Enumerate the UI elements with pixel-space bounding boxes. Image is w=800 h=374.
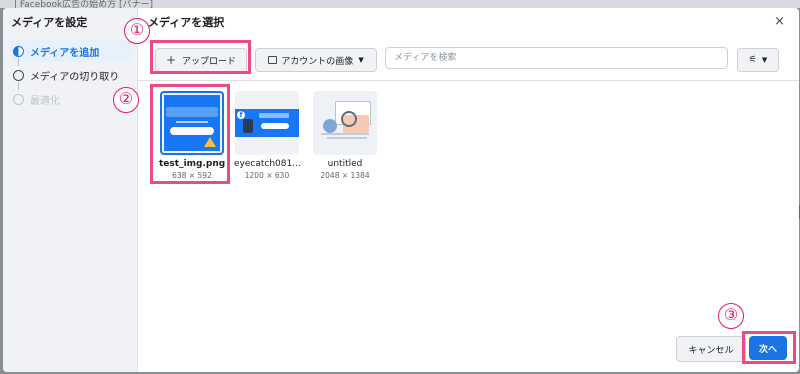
chevron-down-icon: ▼ bbox=[761, 56, 768, 64]
media-dialog: メディアを設定 メディアを追加 メディアの切り取り 最適化 メディアを選択 × … bbox=[3, 8, 799, 372]
filter-button[interactable]: ⚟ ▼ bbox=[737, 48, 779, 72]
media-item-untitled[interactable]: untitled 2048 × 1384 bbox=[312, 91, 378, 180]
step-circle-icon bbox=[13, 93, 24, 105]
step-add-media[interactable]: メディアを追加 bbox=[9, 40, 131, 62]
plus-icon: + bbox=[165, 53, 177, 67]
divider bbox=[138, 80, 799, 81]
step-crop-media[interactable]: メディアの切り取り bbox=[9, 64, 131, 86]
warning-icon bbox=[204, 137, 216, 147]
dialog-title: メディアを選択 bbox=[148, 16, 225, 29]
main-panel: メディアを選択 × + アップロード アカウントの画像 ▼ ⚟ ▼ test_i… bbox=[138, 8, 799, 372]
media-dimensions: 638 × 592 bbox=[172, 171, 212, 180]
account-images-dropdown[interactable]: アカウントの画像 ▼ bbox=[255, 48, 377, 72]
annotation-number-2: ② bbox=[113, 87, 139, 113]
chevron-down-icon: ▼ bbox=[358, 56, 364, 64]
step-label: メディアを追加 bbox=[30, 47, 100, 59]
step-label: メディアの切り取り bbox=[30, 71, 120, 83]
analytics-illustration-image bbox=[313, 91, 377, 155]
annotation-number-1: ① bbox=[124, 18, 150, 44]
annotation-number-3: ③ bbox=[718, 303, 744, 329]
media-dimensions: 2048 × 1384 bbox=[320, 171, 370, 180]
media-filename: eyecatch081... bbox=[234, 159, 301, 169]
cancel-button[interactable]: キャンセル bbox=[676, 336, 746, 362]
image-icon bbox=[268, 56, 278, 64]
facebook-ad-banner-image bbox=[164, 95, 220, 151]
media-dimensions: 1200 × 630 bbox=[244, 171, 290, 180]
step-circle-icon bbox=[13, 69, 24, 81]
media-item-test-img[interactable]: test_img.png 638 × 592 bbox=[159, 91, 225, 180]
media-thumbnail bbox=[313, 91, 377, 155]
account-images-label: アカウントの画像 bbox=[281, 56, 354, 67]
media-filename: test_img.png bbox=[159, 159, 226, 169]
facebook-logo-icon: f bbox=[237, 111, 245, 119]
sidebar: メディアを設定 メディアを追加 メディアの切り取り 最適化 bbox=[3, 8, 138, 372]
filter-icon: ⚟ bbox=[748, 55, 757, 65]
step-progress-icon bbox=[13, 45, 24, 57]
media-thumbnail: f bbox=[235, 91, 299, 155]
background-page-strip: | Facebook広告の始め方 [バナー] bbox=[0, 0, 800, 10]
media-search-input[interactable] bbox=[385, 47, 728, 69]
next-button[interactable]: 次へ bbox=[749, 336, 787, 360]
close-icon[interactable]: × bbox=[774, 14, 785, 29]
media-thumbnail bbox=[160, 91, 224, 155]
media-item-eyecatch[interactable]: f eyecatch081... 1200 × 630 bbox=[234, 91, 301, 180]
eyecatch-banner-image: f bbox=[235, 109, 299, 137]
sidebar-title: メディアを設定 bbox=[11, 16, 88, 29]
upload-button[interactable]: + アップロード bbox=[155, 48, 247, 72]
upload-label: アップロード bbox=[182, 56, 237, 67]
media-filename: untitled bbox=[327, 159, 363, 169]
step-label: 最適化 bbox=[30, 95, 60, 107]
